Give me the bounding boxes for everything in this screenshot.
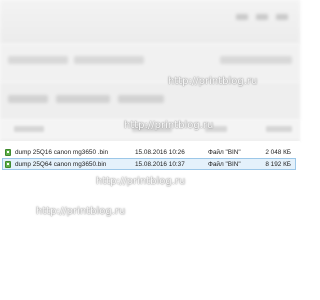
toolbar-button[interactable] [118, 95, 164, 103]
breadcrumb[interactable] [74, 56, 144, 64]
close-button[interactable] [276, 14, 288, 20]
title-bar [0, 0, 300, 44]
maximize-button[interactable] [256, 14, 268, 20]
bin-file-icon [5, 161, 11, 168]
toolbar-button[interactable] [56, 95, 110, 103]
file-row-selected[interactable]: dump 25Q64 canon mg3650.bin 15.08.2016 1… [2, 158, 296, 170]
bin-file-icon [5, 149, 11, 156]
column-header-name[interactable] [14, 126, 44, 132]
file-date: 15.08.2016 10:37 [135, 161, 185, 168]
file-name: dump 25Q64 canon mg3650.bin [15, 161, 107, 168]
column-header-type[interactable] [205, 126, 227, 132]
file-row[interactable]: dump 25Q16 canon mg3650 .bin 15.08.2016 … [2, 146, 296, 158]
column-header-row [0, 120, 300, 141]
toolbar [0, 82, 300, 120]
address-bar[interactable] [0, 44, 300, 82]
column-header-size[interactable] [266, 126, 292, 132]
minimize-button[interactable] [236, 14, 248, 20]
search-input[interactable] [220, 56, 292, 64]
toolbar-button[interactable] [8, 95, 48, 103]
breadcrumb[interactable] [8, 56, 68, 64]
file-list: dump 25Q16 canon mg3650 .bin 15.08.2016 … [0, 141, 300, 300]
file-type: Файл "BIN" [208, 161, 241, 168]
column-header-date[interactable] [132, 126, 172, 132]
file-size: 8 192 КБ [265, 161, 291, 168]
file-explorer-window: dump 25Q16 canon mg3650 .bin 15.08.2016 … [0, 0, 300, 300]
